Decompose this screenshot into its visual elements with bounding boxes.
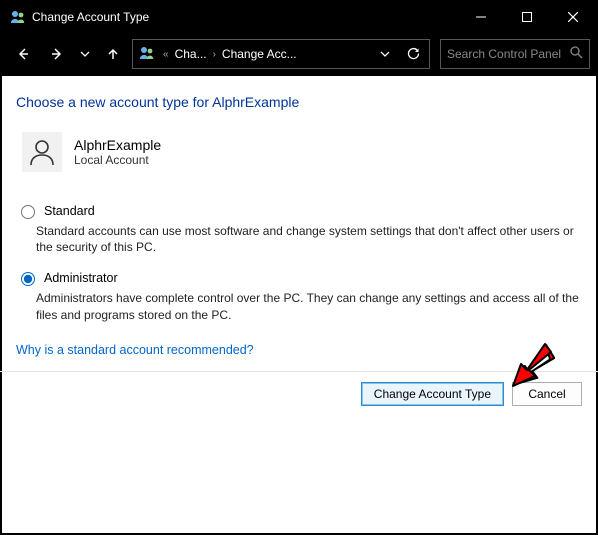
- address-bar[interactable]: « Cha... › Change Acc...: [132, 39, 430, 69]
- navbar: « Cha... › Change Acc... Search Control …: [2, 32, 596, 76]
- avatar: [22, 132, 62, 172]
- search-box[interactable]: Search Control Panel: [440, 39, 590, 69]
- user-accounts-icon: [10, 9, 26, 25]
- back-button[interactable]: [8, 39, 38, 69]
- help-link[interactable]: Why is a standard account recommended?: [16, 343, 254, 357]
- forward-button[interactable]: [42, 39, 72, 69]
- radio-administrator[interactable]: [21, 272, 35, 286]
- option-standard: Standard Standard accounts can use most …: [16, 202, 582, 255]
- user-accounts-icon: [139, 45, 155, 64]
- search-placeholder: Search Control Panel: [447, 47, 570, 61]
- option-description: Administrators have complete control ove…: [36, 290, 582, 322]
- maximize-button[interactable]: [504, 2, 550, 32]
- account-type-options: Standard Standard accounts can use most …: [16, 202, 582, 323]
- button-row: Change Account Type Cancel: [2, 372, 596, 416]
- user-name: AlphrExample: [74, 137, 161, 153]
- option-label: Standard: [44, 204, 95, 218]
- chevron-right-icon: ›: [211, 49, 218, 60]
- option-label: Administrator: [44, 271, 118, 285]
- breadcrumb-item[interactable]: Change Acc...: [222, 47, 297, 61]
- change-account-type-button[interactable]: Change Account Type: [361, 382, 504, 406]
- up-button[interactable]: [98, 39, 128, 69]
- radio-standard[interactable]: [21, 205, 35, 219]
- titlebar: Change Account Type: [2, 2, 596, 32]
- recent-locations-button[interactable]: [76, 39, 94, 69]
- refresh-button[interactable]: [401, 40, 425, 68]
- option-description: Standard accounts can use most software …: [36, 223, 582, 255]
- search-icon: [570, 46, 583, 62]
- address-dropdown-button[interactable]: [373, 40, 397, 68]
- breadcrumb-item[interactable]: Cha...: [175, 47, 207, 61]
- window-title: Change Account Type: [32, 10, 149, 24]
- close-button[interactable]: [550, 2, 596, 32]
- option-administrator: Administrator Administrators have comple…: [16, 269, 582, 322]
- minimize-button[interactable]: [458, 2, 504, 32]
- page-heading: Choose a new account type for AlphrExamp…: [16, 94, 582, 110]
- user-summary: AlphrExample Local Account: [16, 132, 582, 172]
- cancel-button[interactable]: Cancel: [512, 382, 582, 406]
- breadcrumb-prefix: «: [161, 49, 171, 60]
- content-area: Choose a new account type for AlphrExamp…: [2, 76, 596, 357]
- user-account-type: Local Account: [74, 153, 161, 167]
